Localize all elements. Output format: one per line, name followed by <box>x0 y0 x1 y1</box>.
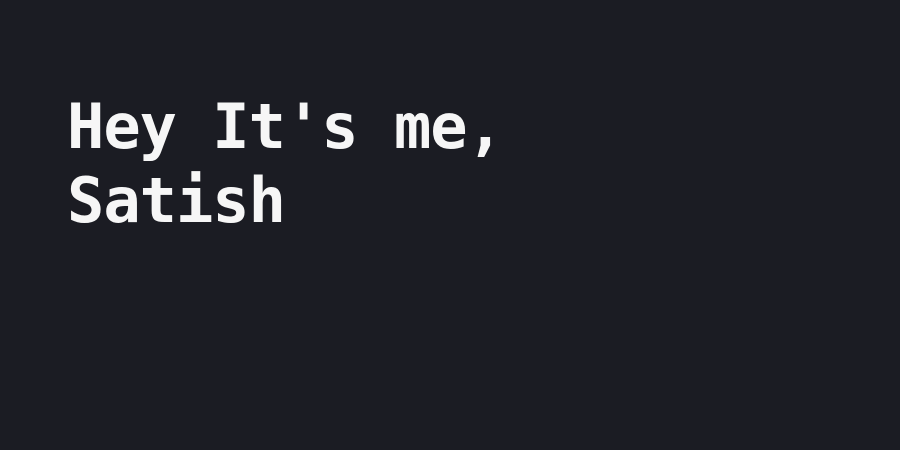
hero-heading: Hey It's me, Satish <box>67 90 900 238</box>
hero-heading-line-2: Satish <box>67 164 286 237</box>
hero-heading-line-1: Hey It's me, <box>67 90 504 163</box>
hero-section: Hey It's me, Satish <box>0 0 900 450</box>
